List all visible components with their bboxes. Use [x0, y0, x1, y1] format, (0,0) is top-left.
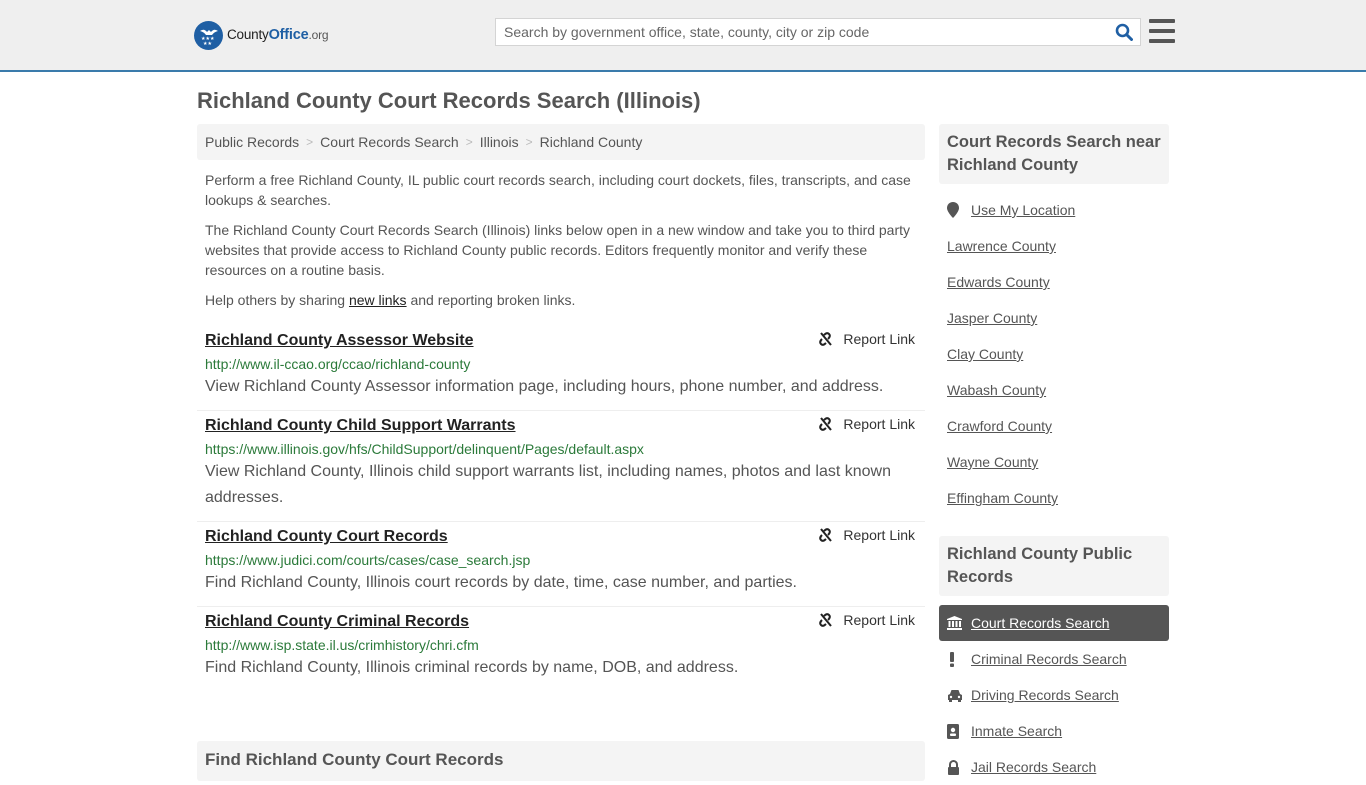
nearby-county-item: Effingham County — [939, 480, 1169, 516]
breadcrumb: Public Records > Court Records Search > … — [197, 124, 925, 160]
resource-link-description: Find Richland County, Illinois court rec… — [205, 574, 797, 591]
public-records-list: Court Records Search Criminal Records Se… — [939, 605, 1169, 785]
map-pin-icon — [947, 202, 971, 218]
menu-bar — [1149, 29, 1175, 33]
use-location-item: Use My Location — [939, 192, 1169, 228]
resource-link-description: View Richland County, Illinois child sup… — [205, 463, 891, 506]
broken-link-icon — [819, 332, 833, 346]
breadcrumb-public-records[interactable]: Public Records — [205, 134, 299, 150]
find-records-heading: Find Richland County Court Records — [197, 741, 925, 781]
use-my-location-link[interactable]: Use My Location — [971, 202, 1075, 218]
resource-link-url[interactable]: https://www.judici.com/courts/cases/case… — [205, 550, 917, 570]
report-link-button[interactable]: Report Link — [817, 331, 915, 347]
breadcrumb-separator: > — [525, 135, 533, 149]
resource-link-url[interactable]: http://www.il-ccao.org/ccao/richland-cou… — [205, 354, 917, 374]
breadcrumb-court-records-search[interactable]: Court Records Search — [320, 134, 459, 150]
nearby-county-item: Wayne County — [939, 444, 1169, 480]
intro-text: Perform a free Richland County, IL publi… — [205, 170, 920, 320]
nearby-heading: Court Records Search near Richland Count… — [939, 124, 1169, 184]
nearby-county-item: Wabash County — [939, 372, 1169, 408]
resource-link-title[interactable]: Richland County Court Records — [205, 526, 448, 548]
eagle-logo-icon: ★★★ ★★ — [194, 20, 223, 50]
report-link-button[interactable]: Report Link — [817, 612, 915, 628]
search-input[interactable] — [496, 19, 1108, 45]
new-links-link[interactable]: new links — [349, 292, 407, 308]
id-badge-icon — [947, 723, 971, 739]
nearby-county-item: Crawford County — [939, 408, 1169, 444]
resource-link-description: Find Richland County, Illinois criminal … — [205, 659, 739, 676]
resource-link-item: Richland County Assessor Website http://… — [197, 326, 925, 411]
nearby-county-link[interactable]: Wayne County — [947, 454, 1038, 470]
public-records-heading: Richland County Public Records — [939, 536, 1169, 596]
menu-bar — [1149, 39, 1175, 43]
breadcrumb-illinois[interactable]: Illinois — [480, 134, 519, 150]
resource-link-title[interactable]: Richland County Assessor Website — [205, 330, 474, 352]
search-bar — [495, 18, 1141, 46]
breadcrumb-separator: > — [465, 135, 473, 149]
search-icon — [1115, 23, 1133, 41]
logo-text: CountyOffice.org — [227, 27, 329, 43]
breadcrumb-separator: > — [306, 135, 314, 149]
broken-link-icon — [819, 417, 833, 431]
broken-link-icon — [819, 613, 833, 627]
car-icon — [947, 689, 971, 702]
courthouse-icon — [947, 616, 971, 630]
share-links-paragraph: Help others by sharing new links and rep… — [205, 292, 576, 308]
exclamation-icon — [947, 651, 971, 667]
site-logo[interactable]: ★★★ ★★ CountyOffice.org — [194, 20, 329, 50]
public-records-item-driving[interactable]: Driving Records Search — [939, 677, 1169, 713]
resource-link-url[interactable]: https://www.illinois.gov/hfs/ChildSuppor… — [205, 439, 917, 459]
resource-links-list: Richland County Assessor Website http://… — [197, 326, 925, 691]
public-records-item-criminal[interactable]: Criminal Records Search — [939, 641, 1169, 677]
public-records-item-inmate[interactable]: Inmate Search — [939, 713, 1169, 749]
search-button[interactable] — [1108, 19, 1140, 45]
report-link-button[interactable]: Report Link — [817, 527, 915, 543]
nearby-county-item: Lawrence County — [939, 228, 1169, 264]
nearby-county-link[interactable]: Jasper County — [947, 310, 1037, 326]
nearby-county-item: Edwards County — [939, 264, 1169, 300]
nearby-county-item: Clay County — [939, 336, 1169, 372]
lock-icon — [947, 759, 971, 775]
nearby-county-link[interactable]: Crawford County — [947, 418, 1052, 434]
nearby-county-link[interactable]: Edwards County — [947, 274, 1050, 290]
resource-link-title[interactable]: Richland County Criminal Records — [205, 611, 469, 633]
resource-link-title[interactable]: Richland County Child Support Warrants — [205, 415, 516, 437]
intro-paragraph: The Richland County Court Records Search… — [205, 222, 911, 278]
site-header: ★★★ ★★ CountyOffice.org — [0, 0, 1366, 72]
resource-link-description: View Richland County Assessor informatio… — [205, 378, 884, 395]
menu-bar — [1149, 19, 1175, 23]
nearby-county-item: Jasper County — [939, 300, 1169, 336]
broken-link-icon — [819, 528, 833, 542]
hamburger-menu-button[interactable] — [1149, 19, 1175, 43]
resource-link-item: Richland County Court Records https://ww… — [197, 522, 925, 607]
svg-text:★★: ★★ — [203, 41, 212, 46]
resource-link-item: Richland County Criminal Records http://… — [197, 607, 925, 691]
public-records-item-court[interactable]: Court Records Search — [939, 605, 1169, 641]
nearby-county-link[interactable]: Wabash County — [947, 382, 1046, 398]
breadcrumb-richland-county[interactable]: Richland County — [540, 134, 643, 150]
nearby-county-link[interactable]: Effingham County — [947, 490, 1058, 506]
report-link-button[interactable]: Report Link — [817, 416, 915, 432]
nearby-county-link[interactable]: Clay County — [947, 346, 1023, 362]
resource-link-url[interactable]: http://www.isp.state.il.us/crimhistory/c… — [205, 635, 917, 655]
public-records-item-jail[interactable]: Jail Records Search — [939, 749, 1169, 785]
page-title: Richland County Court Records Search (Il… — [197, 88, 701, 113]
resource-link-item: Richland County Child Support Warrants h… — [197, 411, 925, 522]
nearby-county-link[interactable]: Lawrence County — [947, 238, 1056, 254]
nearby-counties-list: Use My Location Lawrence County Edwards … — [939, 192, 1169, 516]
intro-paragraph: Perform a free Richland County, IL publi… — [205, 172, 911, 208]
